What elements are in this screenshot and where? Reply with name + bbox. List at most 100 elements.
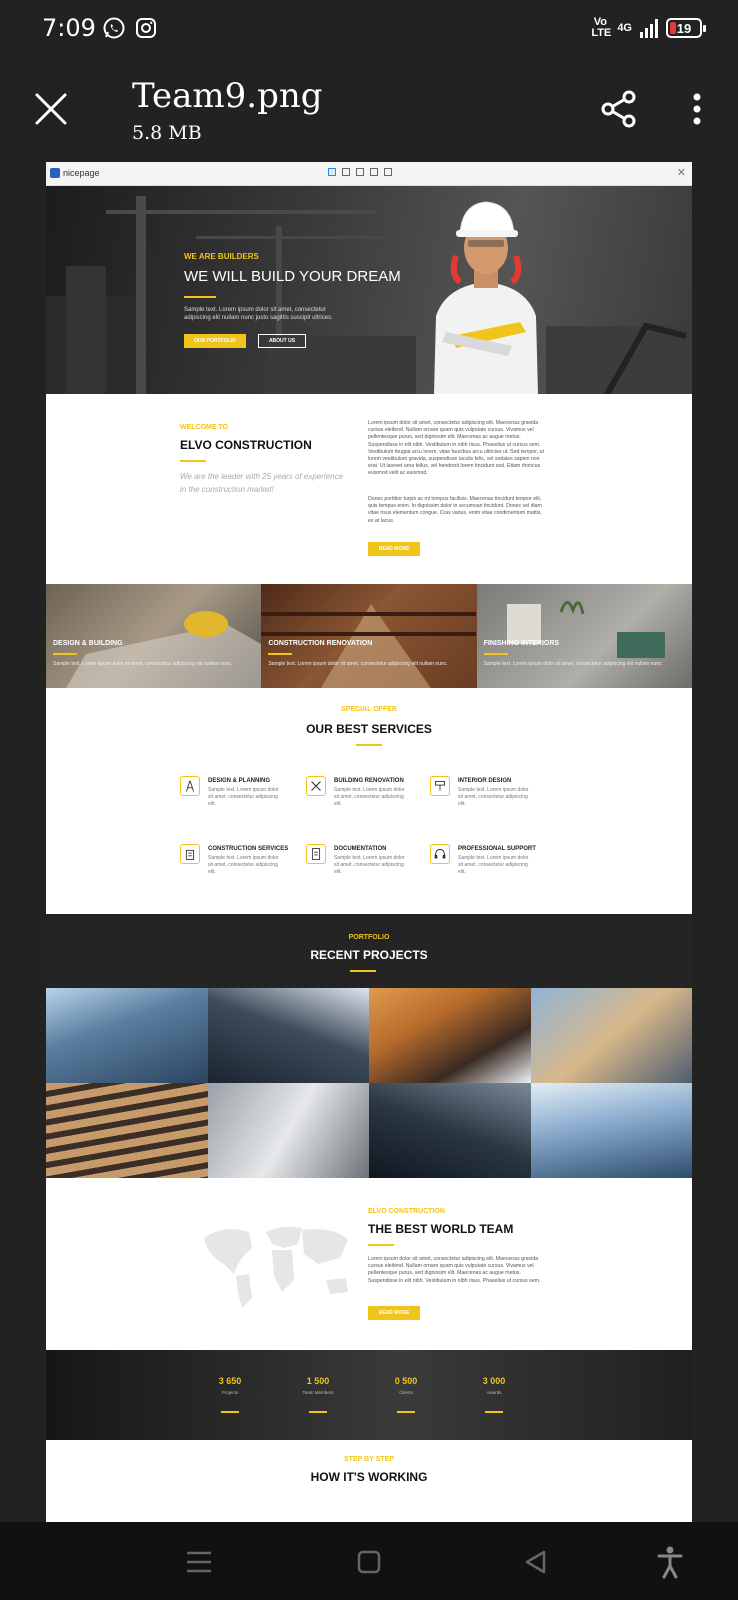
stat-divider bbox=[309, 1411, 327, 1413]
network-type: 4G bbox=[617, 22, 632, 34]
services-section: SPECIAL OFFER OUR BEST SERVICES DESIGN &… bbox=[46, 688, 692, 914]
stat-divider bbox=[397, 1411, 415, 1413]
tablet-icon bbox=[356, 168, 364, 176]
welcome-eyebrow: WELCOME TO bbox=[180, 424, 229, 431]
stat-label: Awards bbox=[486, 1390, 502, 1395]
welcome-title: ELVO CONSTRUCTION bbox=[180, 438, 312, 452]
stat-item: 1 500 Team Members bbox=[288, 1376, 348, 1413]
status-time: 7:09 bbox=[42, 14, 96, 42]
more-options-icon[interactable] bbox=[682, 88, 712, 130]
team-text: Lorem ipsum dolor sit amet, consectetur … bbox=[368, 1256, 541, 1284]
tile-title: CONSTRUCTION RENOVATION bbox=[268, 640, 373, 647]
welcome-paragraph-1: Lorem ipsum dolor sit amet, consectetur … bbox=[368, 420, 544, 477]
share-icon[interactable] bbox=[598, 88, 640, 130]
services-title: OUR BEST SERVICES bbox=[306, 722, 432, 736]
about-button: ABOUT US bbox=[258, 334, 306, 348]
service-text: Sample text. Lorem ipsum dolor sit amet,… bbox=[208, 855, 279, 875]
recent-apps-icon[interactable] bbox=[181, 1544, 217, 1580]
document-icon bbox=[306, 844, 326, 864]
laptop-icon bbox=[342, 168, 350, 176]
service-title: BUILDING RENOVATION bbox=[334, 778, 404, 784]
stat-label: Team Members bbox=[302, 1390, 334, 1395]
device-switcher bbox=[328, 168, 392, 176]
project-image bbox=[369, 1083, 531, 1178]
stat-divider bbox=[221, 1411, 239, 1413]
signal-icon bbox=[640, 18, 658, 38]
hero-text: Sample text. Lorem ipsum dolor sit amet,… bbox=[184, 307, 333, 321]
stat-value: 1 500 bbox=[306, 1376, 330, 1386]
portfolio-section: PORTFOLIO RECENT PROJECTS bbox=[46, 914, 692, 988]
tools-icon bbox=[306, 776, 326, 796]
accessibility-icon[interactable] bbox=[652, 1544, 688, 1580]
portfolio-divider bbox=[350, 970, 376, 972]
tile-divider bbox=[483, 653, 508, 655]
headset-icon bbox=[430, 844, 450, 864]
service-text: Sample text. Lorem ipsum dolor sit amet,… bbox=[208, 787, 279, 807]
stat-label: Projects bbox=[221, 1390, 239, 1395]
service-text: Sample text. Lorem ipsum dolor sit amet,… bbox=[458, 787, 529, 807]
stat-item: 0 500 Clients bbox=[376, 1376, 436, 1413]
portfolio-title: RECENT PROJECTS bbox=[310, 948, 428, 962]
battery-level: 19 bbox=[676, 20, 692, 36]
welcome-read-more-button: READ MORE bbox=[368, 542, 420, 556]
service-title: CONSTRUCTION SERVICES bbox=[208, 846, 289, 852]
stat-item: 3 650 Projects bbox=[200, 1376, 260, 1413]
hero-divider bbox=[184, 296, 216, 298]
project-image bbox=[46, 1083, 208, 1178]
team-section: ELVO CONSTRUCTION THE BEST WORLD TEAM Lo… bbox=[46, 1178, 692, 1350]
volte-indicator: Vo LTE bbox=[591, 16, 612, 39]
project-image bbox=[530, 988, 692, 1083]
home-icon[interactable] bbox=[351, 1544, 387, 1580]
services-eyebrow: SPECIAL OFFER bbox=[341, 706, 397, 713]
project-image bbox=[207, 988, 369, 1083]
welcome-paragraph-2: Donec porttitor turpis ac mi tempus faci… bbox=[368, 496, 542, 524]
builder-close-icon: ✕ bbox=[676, 167, 686, 179]
how-section: STEP BY STEP HOW IT'S WORKING bbox=[46, 1440, 692, 1522]
building-icon bbox=[180, 844, 200, 864]
builder-logo-text: nicepage bbox=[63, 168, 100, 178]
tile-construction-renovation: CONSTRUCTION RENOVATION Sample text. Lor… bbox=[261, 584, 477, 688]
service-text: Sample text. Lorem ipsum dolor sit amet,… bbox=[334, 855, 405, 875]
stats-section: 3 650 Projects 1 500 Team Members 0 500 … bbox=[46, 1350, 692, 1440]
tile-divider bbox=[268, 653, 293, 655]
viewer-header: Team9.png 5.8 MB bbox=[0, 58, 738, 158]
tile-text: Sample text. Lorem ipsum dolor sit amet,… bbox=[268, 661, 448, 667]
service-title: DOCUMENTATION bbox=[334, 846, 387, 852]
service-title: INTERIOR DESIGN bbox=[458, 778, 512, 784]
tile-divider bbox=[53, 653, 77, 655]
blueprint-photo bbox=[66, 611, 261, 688]
team-read-more-button: READ MORE bbox=[368, 1306, 420, 1320]
portfolio-button: OUR PORTFOLIO bbox=[184, 334, 246, 348]
hero-section: WE ARE BUILDERS WE WILL BUILD YOUR DREAM… bbox=[46, 186, 692, 394]
hero-title: WE WILL BUILD YOUR DREAM bbox=[184, 268, 401, 285]
team-divider bbox=[368, 1244, 394, 1246]
back-icon[interactable] bbox=[518, 1544, 554, 1580]
service-title: PROFESSIONAL SUPPORT bbox=[458, 846, 536, 852]
status-bar: 7:09 Vo LTE 4G 19 bbox=[0, 0, 738, 58]
hero-eyebrow: WE ARE BUILDERS bbox=[184, 252, 259, 261]
team-eyebrow: ELVO CONSTRUCTION bbox=[368, 1208, 445, 1215]
desktop-icon bbox=[328, 168, 336, 176]
tile-design-building: DESIGN & BUILDING Sample text. Lorem ips… bbox=[46, 584, 262, 688]
instagram-icon bbox=[136, 18, 156, 38]
interior-photo bbox=[506, 601, 665, 658]
service-text: Sample text. Lorem ipsum dolor sit amet,… bbox=[458, 855, 529, 875]
file-name: Team9.png bbox=[132, 76, 323, 116]
service-title: DESIGN & PLANNING bbox=[208, 778, 271, 784]
paint-roller-icon bbox=[430, 776, 450, 796]
worker-photo bbox=[434, 201, 538, 394]
phone-icon bbox=[384, 168, 392, 176]
close-icon[interactable] bbox=[30, 88, 72, 130]
image-preview[interactable]: nicepage ✕ WE ARE BUILDERS WE WILL BUILD… bbox=[46, 162, 692, 1522]
tile-title: FINISHING INTERIORS bbox=[483, 640, 560, 647]
services-divider bbox=[356, 744, 382, 746]
system-nav-bar bbox=[0, 1522, 738, 1600]
welcome-section: WELCOME TO ELVO CONSTRUCTION We are the … bbox=[46, 394, 692, 584]
welcome-tagline: We are the leader with 25 years of exper… bbox=[180, 472, 344, 494]
welcome-divider bbox=[180, 460, 206, 462]
builder-toolbar: nicepage ✕ bbox=[46, 162, 692, 186]
whatsapp-icon bbox=[103, 17, 125, 39]
nicepage-logo: nicepage bbox=[50, 168, 100, 178]
portfolio-eyebrow: PORTFOLIO bbox=[348, 934, 390, 941]
project-image bbox=[369, 988, 531, 1083]
